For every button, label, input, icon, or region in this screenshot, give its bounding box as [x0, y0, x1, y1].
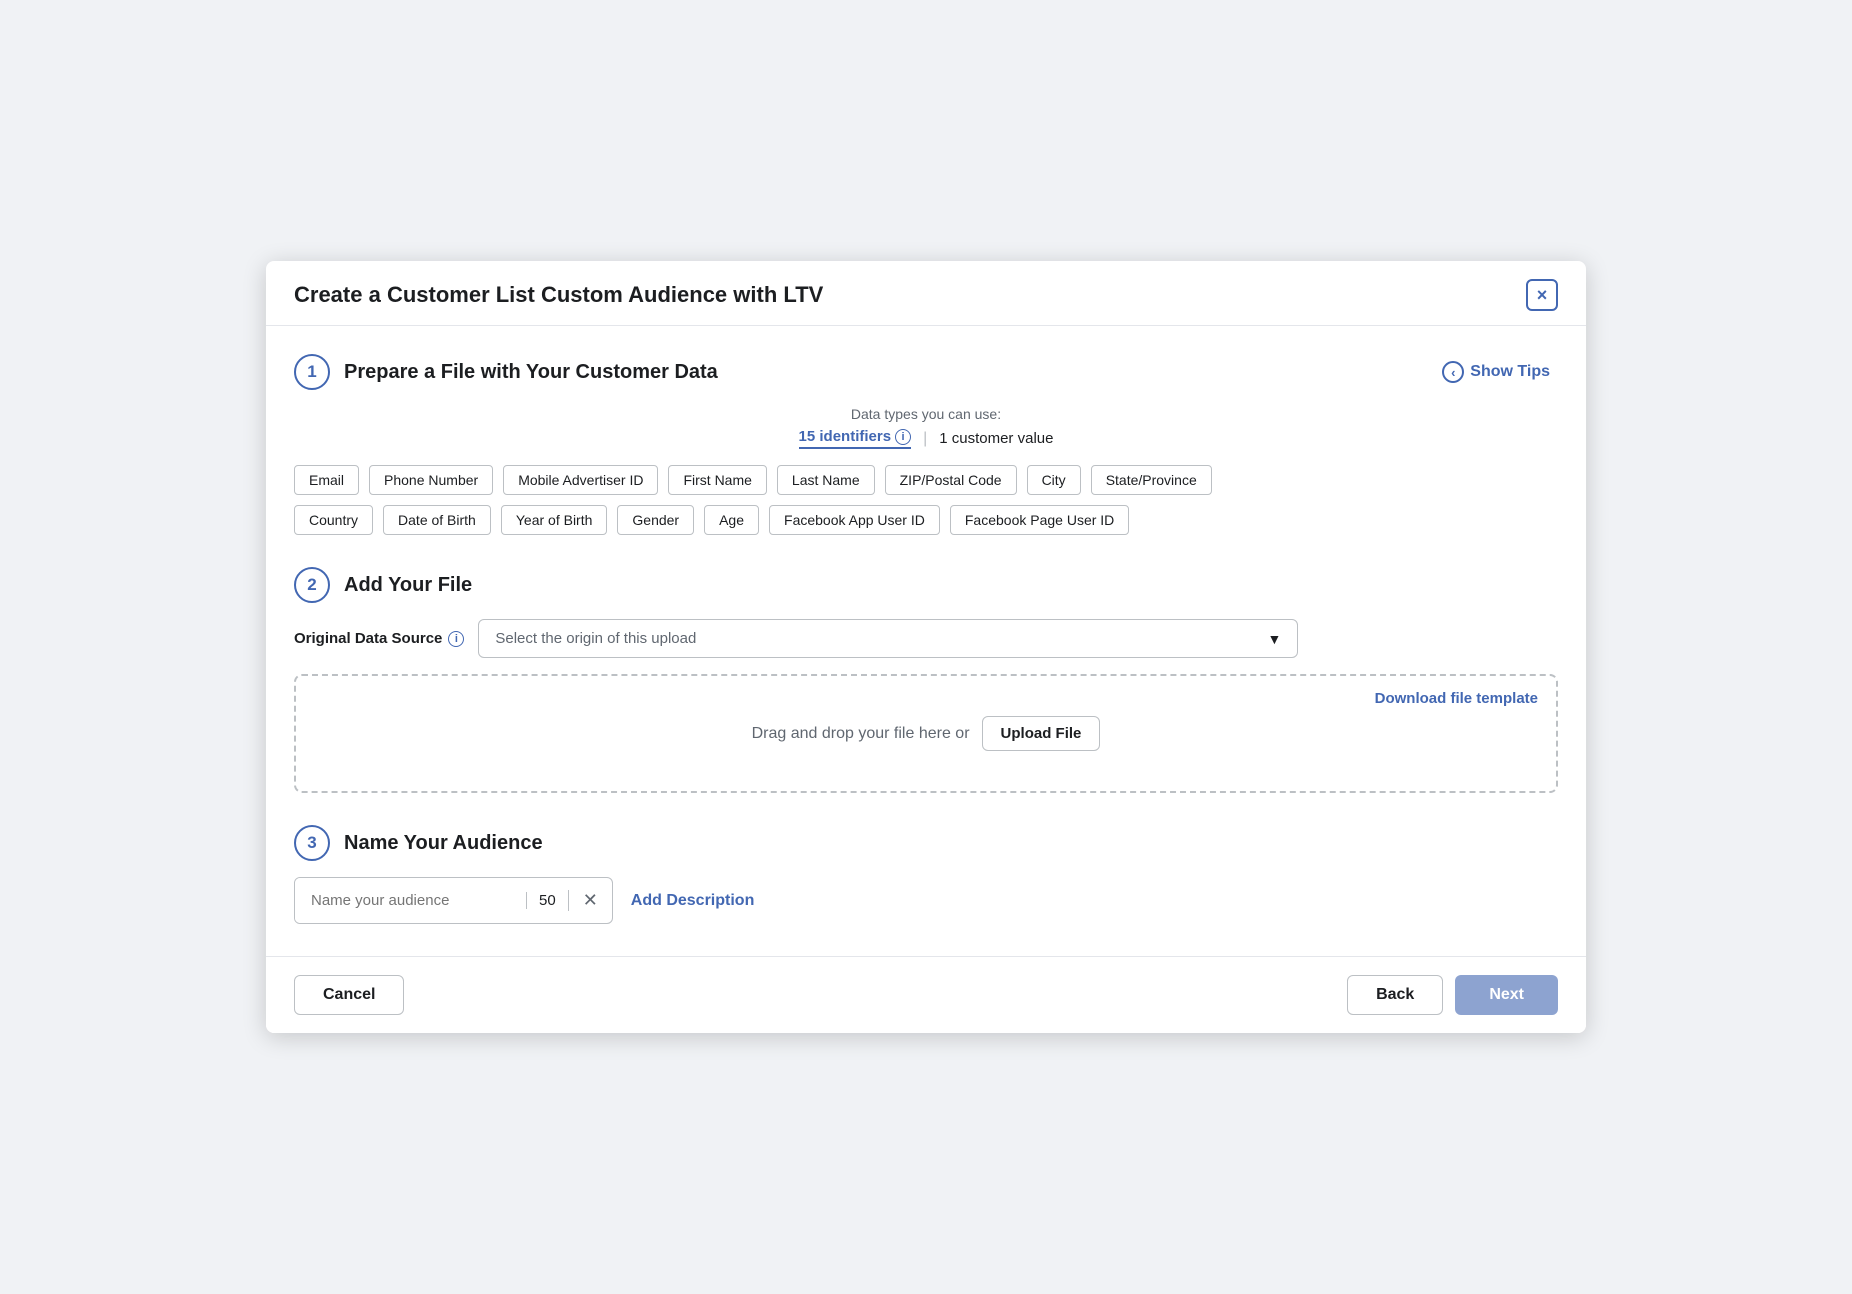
tags-row-1: Email Phone Number Mobile Advertiser ID Fir…	[294, 465, 1558, 495]
data-types-counts: 15 identifiers i | 1 customer value	[294, 428, 1558, 449]
step3-header: 3 Name Your Audience	[294, 825, 1558, 861]
upload-file-button[interactable]: Upload File	[982, 716, 1101, 751]
tag-item: Last Name	[777, 465, 875, 495]
tag-item: Facebook Page User ID	[950, 505, 1129, 535]
step2-circle: 2	[294, 567, 330, 603]
modal-footer: Cancel Back Next	[266, 956, 1586, 1033]
show-tips-icon: ‹	[1442, 361, 1464, 383]
show-tips-label: Show Tips	[1470, 363, 1550, 381]
step1-circle: 1	[294, 354, 330, 390]
info-icon: i	[895, 429, 911, 445]
cancel-button[interactable]: Cancel	[294, 975, 404, 1015]
modal: Create a Customer List Custom Audience w…	[266, 261, 1586, 1033]
next-button[interactable]: Next	[1455, 975, 1558, 1015]
step3-circle: 3	[294, 825, 330, 861]
char-count: 50	[526, 892, 568, 909]
identifiers-count-text: 15 identifiers	[799, 428, 892, 445]
original-data-info-icon: i	[448, 631, 464, 647]
tag-item: Date of Birth	[383, 505, 491, 535]
modal-title: Create a Customer List Custom Audience w…	[294, 282, 823, 308]
step2-title: Add Your File	[344, 574, 472, 597]
tag-item: Phone Number	[369, 465, 493, 495]
customer-value-text: 1 customer value	[939, 430, 1053, 447]
origin-dropdown-text: Select the origin of this upload	[495, 630, 696, 647]
original-data-label: Original Data Source i	[294, 630, 464, 647]
tag-item: Email	[294, 465, 359, 495]
tag-item: City	[1027, 465, 1081, 495]
tag-item: Year of Birth	[501, 505, 608, 535]
tag-item: Age	[704, 505, 759, 535]
step2-section: 2 Add Your File Original Data Source i S…	[294, 567, 1558, 793]
tag-item: Facebook App User ID	[769, 505, 940, 535]
tag-item: Country	[294, 505, 373, 535]
download-template-link[interactable]: Download file template	[1375, 690, 1538, 707]
audience-name-input[interactable]	[295, 878, 526, 923]
step2-header: 2 Add Your File	[294, 567, 1558, 603]
dropzone-content: Drag and drop your file here or Upload F…	[752, 716, 1101, 751]
data-types-section: Data types you can use: 15 identifiers i…	[294, 406, 1558, 449]
tag-item: ZIP/Postal Code	[885, 465, 1017, 495]
modal-header: Create a Customer List Custom Audience w…	[266, 261, 1586, 326]
add-description-link[interactable]: Add Description	[631, 892, 755, 910]
show-tips-button[interactable]: ‹ Show Tips	[1434, 357, 1558, 387]
step1-header: 1 Prepare a File with Your Customer Data…	[294, 354, 1558, 390]
identifiers-link[interactable]: 15 identifiers i	[799, 428, 912, 449]
audience-input-row: 50 ✕	[294, 877, 613, 924]
tag-item: Gender	[617, 505, 694, 535]
tags-row-2: Country Date of Birth Year of Birth Gender A…	[294, 505, 1558, 535]
file-dropzone[interactable]: Download file template Drag and drop you…	[294, 674, 1558, 793]
footer-right: Back Next	[1347, 975, 1558, 1015]
back-button[interactable]: Back	[1347, 975, 1443, 1015]
tag-item: Mobile Advertiser ID	[503, 465, 658, 495]
origin-dropdown[interactable]: Select the origin of this upload ▼	[478, 619, 1298, 658]
original-data-row: Original Data Source i Select the origin…	[294, 619, 1558, 658]
step1-section: 1 Prepare a File with Your Customer Data…	[294, 354, 1558, 535]
data-types-label: Data types you can use:	[294, 406, 1558, 422]
modal-body: 1 Prepare a File with Your Customer Data…	[266, 326, 1586, 956]
tag-item: State/Province	[1091, 465, 1212, 495]
clear-input-button[interactable]: ✕	[568, 890, 612, 911]
tag-item: First Name	[668, 465, 766, 495]
audience-name-row: 50 ✕ Add Description	[294, 877, 1558, 924]
close-button[interactable]: ×	[1526, 279, 1558, 311]
divider-pipe: |	[923, 430, 927, 448]
step3-title: Name Your Audience	[344, 832, 543, 855]
dropdown-arrow-icon: ▼	[1268, 631, 1282, 647]
step1-title: Prepare a File with Your Customer Data	[344, 361, 718, 384]
step3-section: 3 Name Your Audience 50 ✕ Add Descriptio…	[294, 825, 1558, 924]
drag-drop-text: Drag and drop your file here or	[752, 725, 970, 743]
